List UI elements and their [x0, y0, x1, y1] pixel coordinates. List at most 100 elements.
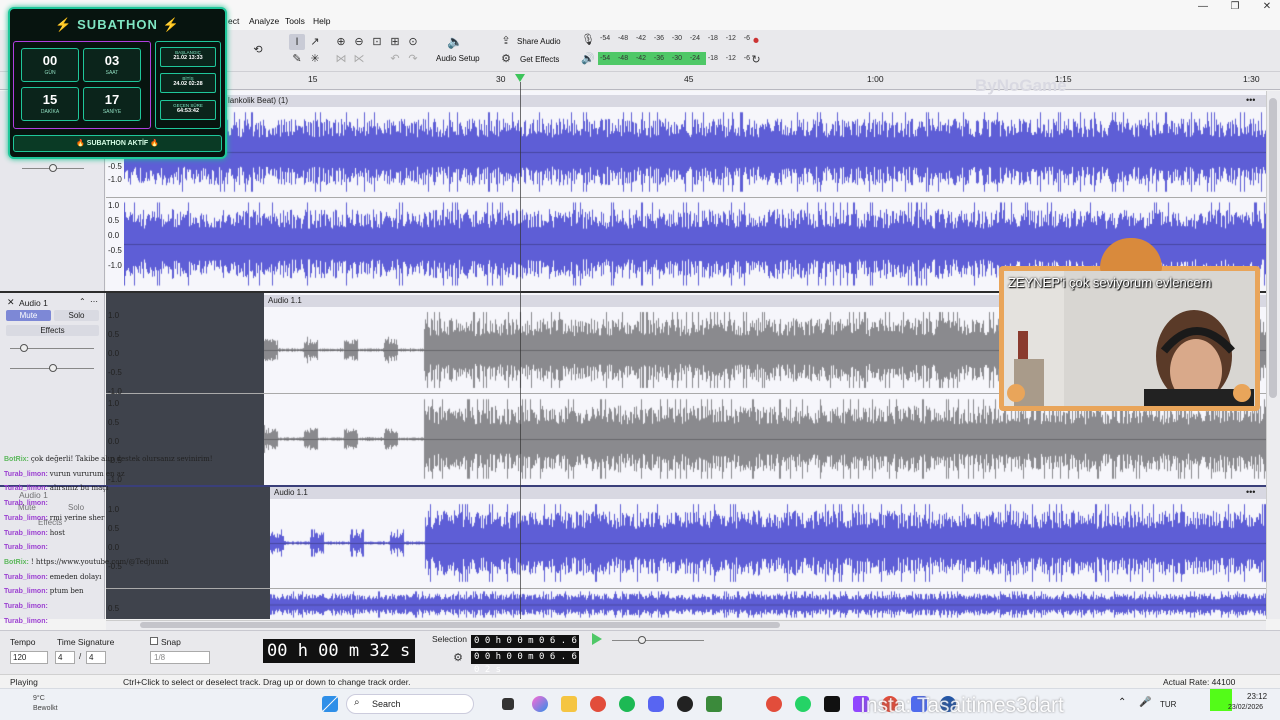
undo-icon[interactable]: ↶: [387, 51, 403, 67]
chat-message: Turab_limon: vurun vururum en az: [4, 470, 125, 478]
tempo-input[interactable]: 120: [10, 651, 48, 664]
weather-text[interactable]: Bewolkt: [33, 705, 58, 712]
playback-speed-thumb[interactable]: [638, 636, 646, 644]
selection-tool-icon[interactable]: I: [289, 34, 305, 50]
track-3-waveform-right[interactable]: [270, 590, 1266, 619]
record-meter-icon[interactable]: ⏺: [748, 33, 764, 49]
chat-username: Turab_limon:: [4, 485, 50, 493]
pan-slider-thumb[interactable]: [49, 364, 57, 372]
silence-icon[interactable]: ⋉: [351, 51, 367, 67]
tray-language[interactable]: TUR: [1160, 700, 1176, 709]
copilot-icon[interactable]: [532, 696, 548, 712]
menu-tools[interactable]: Tools: [285, 16, 305, 26]
scale-label: -1.0: [108, 261, 122, 270]
whatsapp-icon[interactable]: [795, 696, 811, 712]
play-at-speed-icon[interactable]: [592, 633, 602, 645]
scrollbar-thumb[interactable]: [1269, 98, 1277, 398]
track-1-clip-header[interactable]: lankolik Beat) (1): [224, 95, 1266, 107]
playback-meter-icon: 🔊: [581, 53, 595, 65]
pan-slider-thumb[interactable]: [49, 164, 57, 172]
playback-meter[interactable]: -54 -48 -42 -36 -30 -24 -18 -12 -6: [598, 53, 752, 65]
playback-speed-slider[interactable]: [612, 640, 704, 641]
track-menu-icon[interactable]: ⋯: [90, 297, 98, 306]
time-display[interactable]: 00 h 00 m 32 s: [263, 639, 415, 663]
selection-start[interactable]: 0 0 h 0 0 m 0 6 . 6 0 2 s: [471, 635, 579, 659]
snap-select[interactable]: 1/8: [150, 651, 210, 664]
tempo-label: Tempo: [10, 637, 36, 647]
audio-setup-button[interactable]: Audio Setup: [436, 54, 480, 63]
elapsed-value: 64:53:42: [176, 108, 200, 114]
playhead-marker-icon[interactable]: [515, 74, 525, 82]
discord-icon[interactable]: [648, 696, 664, 712]
record-meter[interactable]: -54 -48 -42 -36 -30 -24 -18 -12 -6: [598, 33, 752, 45]
effects-button[interactable]: Effects: [6, 325, 99, 336]
file-explorer-icon[interactable]: [561, 696, 577, 712]
share-audio-button[interactable]: Share Audio: [517, 37, 561, 46]
meter-label: -36: [653, 55, 665, 62]
menu-effect[interactable]: ect: [228, 16, 239, 26]
restore-icon[interactable]: ❐: [1218, 0, 1252, 14]
draw-tool-icon[interactable]: ✎: [289, 51, 305, 67]
track-1-scale-top: -0.5 -1.0: [108, 160, 122, 186]
minecraft-icon[interactable]: [706, 696, 722, 712]
loop-icon[interactable]: ⟲: [250, 42, 266, 58]
track-2-name[interactable]: Audio 1: [19, 298, 48, 308]
spotify-icon[interactable]: [619, 696, 635, 712]
taskbar-search-box[interactable]: [346, 694, 474, 714]
clock-date[interactable]: 23/02/2026: [1228, 704, 1263, 711]
get-effects-button[interactable]: Get Effects: [520, 55, 559, 64]
track-3-clip-header[interactable]: Audio 1.1: [270, 487, 1266, 499]
trim-icon[interactable]: ⋈: [333, 51, 349, 67]
meter-label: -42: [635, 35, 647, 42]
tiktok-icon[interactable]: [824, 696, 840, 712]
windows-start-icon[interactable]: [322, 696, 338, 712]
minimize-icon[interactable]: —: [1186, 0, 1220, 14]
clock-time[interactable]: 23:12: [1247, 692, 1267, 701]
hours-box: 03 SAAT: [83, 48, 141, 82]
scale-label: 0.0: [108, 231, 120, 240]
zoom-toggle-icon[interactable]: ⊙: [405, 34, 421, 50]
clip-menu-icon[interactable]: •••: [1246, 95, 1255, 105]
zoom-in-icon[interactable]: ⊕: [333, 34, 349, 50]
track-3-waveform-left[interactable]: [270, 500, 1266, 586]
ruler-tick: 1:00: [867, 74, 884, 84]
stream-overlay-text: Insta: Tasaitimes3dart: [860, 694, 1064, 717]
chat-message: Turab_limon: host: [4, 529, 65, 537]
close-icon[interactable]: ✕: [1250, 0, 1280, 14]
clip-menu-icon[interactable]: •••: [1246, 487, 1255, 497]
selection-settings-icon[interactable]: ⚙: [450, 650, 466, 666]
time-signature-denominator[interactable]: 4: [86, 651, 106, 664]
fit-project-icon[interactable]: ⊞: [387, 34, 403, 50]
meter-label: -18: [707, 35, 718, 42]
menu-analyze[interactable]: Analyze: [249, 16, 279, 26]
subathon-title: ⚡ SUBATHON ⚡: [55, 17, 180, 32]
loop-play-icon[interactable]: ↻: [748, 52, 764, 68]
time-signature-numerator[interactable]: 4: [55, 651, 75, 664]
obs-icon[interactable]: [677, 696, 693, 712]
gain-slider-thumb[interactable]: [20, 344, 28, 352]
task-view-icon[interactable]: [502, 698, 514, 710]
playhead-line: [520, 82, 521, 619]
redo-icon[interactable]: ↷: [405, 51, 421, 67]
track-1-waveform-left[interactable]: [124, 108, 1266, 196]
tray-mic-icon[interactable]: 🎤: [1139, 697, 1151, 708]
time-signature-separator: /: [79, 652, 82, 661]
multi-tool-icon[interactable]: ✳: [307, 51, 323, 67]
snap-checkbox[interactable]: [150, 637, 158, 645]
close-track-icon[interactable]: ✕: [7, 297, 15, 308]
chrome-icon[interactable]: [590, 696, 606, 712]
solo-button[interactable]: Solo: [54, 310, 99, 321]
envelope-tool-icon[interactable]: ↗: [307, 34, 323, 50]
meter-label: -54: [600, 55, 611, 62]
fit-selection-icon[interactable]: ⊡: [369, 34, 385, 50]
weather-temp[interactable]: 9°C: [33, 695, 45, 702]
chrome-icon-2[interactable]: [766, 696, 782, 712]
mute-button[interactable]: Mute: [6, 310, 51, 321]
channel-divider: [106, 197, 1266, 198]
clip-name: lankolik Beat) (1): [228, 96, 289, 105]
tray-chevron-icon[interactable]: ⌃: [1118, 697, 1126, 708]
collapse-icon[interactable]: ⌃: [79, 297, 86, 306]
zoom-out-icon[interactable]: ⊖: [351, 34, 367, 50]
selection-end[interactable]: 0 0 h 0 0 m 0 6 . 6 0 2 s: [471, 651, 579, 675]
menu-help[interactable]: Help: [313, 16, 330, 26]
